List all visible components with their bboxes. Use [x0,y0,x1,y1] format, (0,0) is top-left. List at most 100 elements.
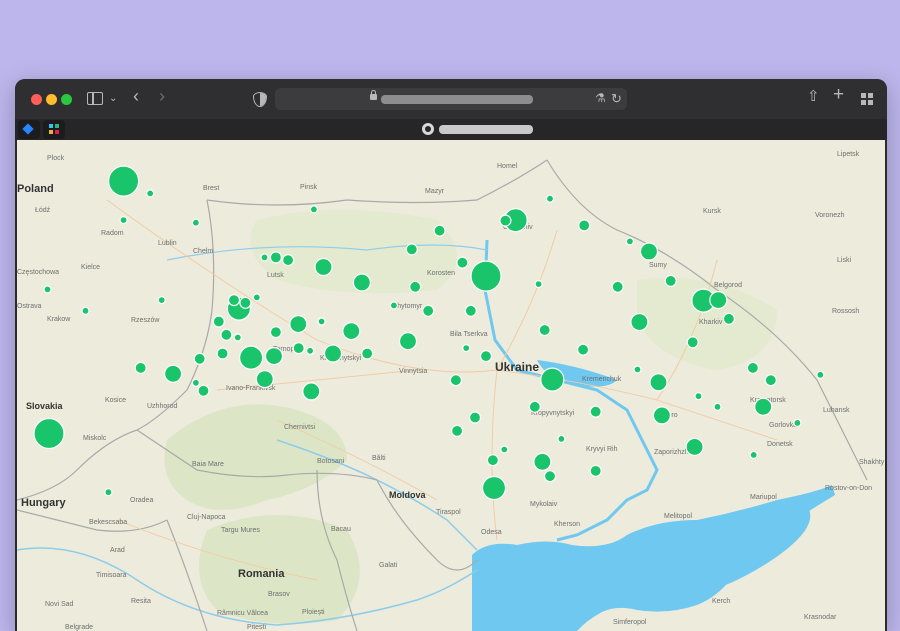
map-marker[interactable] [464,304,477,317]
map-marker[interactable] [557,434,566,443]
map-marker[interactable] [43,285,52,294]
map-marker[interactable] [405,243,418,256]
map-marker[interactable] [540,367,565,392]
map-marker[interactable] [754,397,773,416]
map-marker[interactable] [639,242,659,261]
map-marker[interactable] [361,347,374,360]
map-marker[interactable] [302,382,321,401]
map-marker[interactable] [764,374,777,387]
map-marker[interactable] [649,373,668,392]
map-marker[interactable] [289,315,308,334]
map-marker[interactable] [709,291,728,310]
map-marker[interactable] [499,214,512,227]
map-marker[interactable] [713,402,722,411]
sidebar-icon[interactable] [87,92,103,105]
map-marker[interactable] [533,452,552,471]
map-marker[interactable] [220,328,233,341]
map-marker[interactable] [449,374,462,387]
map-marker[interactable] [317,317,326,326]
map-marker[interactable] [119,215,128,225]
map-marker[interactable] [545,194,555,203]
map-marker[interactable] [216,347,229,360]
zoom-window-button[interactable] [61,94,72,105]
map-marker[interactable] [652,406,672,425]
chevron-down-icon[interactable]: ⌄ [109,92,117,106]
map-canvas[interactable]: Plock Brest Pinsk Homel Mazyr Lipetsk Ku… [17,140,885,631]
close-window-button[interactable] [31,94,42,105]
favorite-jira[interactable] [18,120,40,139]
plus-icon[interactable]: + [833,85,844,104]
map-marker[interactable] [309,205,318,214]
shield-icon[interactable] [253,92,267,107]
map-marker[interactable] [107,165,140,197]
map-marker[interactable] [269,326,282,339]
map-marker[interactable] [746,361,760,374]
map-marker[interactable] [314,257,333,277]
map-marker[interactable] [255,370,274,389]
map-marker[interactable] [611,280,624,293]
map-marker[interactable] [292,342,305,355]
map-marker[interactable] [233,333,242,342]
map-marker[interactable] [306,346,315,355]
map-marker[interactable] [578,219,591,232]
map-marker[interactable] [749,450,758,459]
map-marker[interactable] [456,256,469,269]
map-marker[interactable] [398,332,418,351]
map-marker[interactable] [282,253,295,267]
map-marker[interactable] [197,384,210,397]
map-marker[interactable] [500,445,509,454]
map-marker[interactable] [212,315,225,328]
forward-icon[interactable]: › [159,87,165,105]
map-marker[interactable] [352,273,371,292]
address-bar[interactable]: ⚗ ↻ [275,88,627,110]
map-marker[interactable] [664,274,677,287]
map-marker[interactable] [686,336,699,349]
map-marker[interactable] [389,301,398,310]
share-icon[interactable]: ⇧ [807,89,820,104]
map-marker[interactable] [269,251,282,264]
map-marker[interactable] [164,364,183,383]
map-marker[interactable] [433,224,446,237]
map-marker[interactable] [481,475,507,501]
map-marker[interactable] [793,418,802,427]
map-marker[interactable] [589,405,602,418]
map-marker[interactable] [193,352,206,365]
map-view[interactable]: Plock Brest Pinsk Homel Mazyr Lipetsk Ku… [17,140,885,631]
tab-title-redacted[interactable] [439,125,533,134]
map-marker[interactable] [260,253,269,262]
back-icon[interactable]: ‹ [133,87,139,105]
map-marker[interactable] [342,322,361,341]
map-marker[interactable] [323,344,343,363]
map-marker[interactable] [81,306,90,315]
map-marker[interactable] [252,293,261,302]
map-marker[interactable] [239,296,252,309]
map-marker[interactable] [134,361,147,374]
map-marker[interactable] [722,312,736,325]
map-marker[interactable] [816,370,825,379]
map-marker[interactable] [685,437,704,456]
map-marker[interactable] [33,417,65,450]
map-marker[interactable] [470,260,502,292]
map-marker[interactable] [543,470,557,483]
map-marker[interactable] [191,218,200,227]
map-marker[interactable] [146,189,155,198]
map-marker[interactable] [528,400,541,413]
map-marker[interactable] [630,312,649,332]
tab-grid-icon[interactable] [861,93,873,105]
map-marker[interactable] [157,296,166,305]
map-marker[interactable] [239,345,264,370]
favorite-app[interactable] [43,120,65,139]
map-marker[interactable] [422,304,435,317]
map-marker[interactable] [409,280,422,293]
map-marker[interactable] [264,347,284,366]
map-marker[interactable] [479,350,493,363]
map-marker[interactable] [468,411,482,424]
map-marker[interactable] [104,488,113,497]
map-marker[interactable] [694,392,703,401]
map-marker[interactable] [534,280,543,289]
map-marker[interactable] [227,294,241,307]
map-marker[interactable] [589,464,602,477]
translate-icon[interactable]: ⚗ [595,91,606,105]
map-marker[interactable] [633,365,642,374]
minimize-window-button[interactable] [46,94,57,105]
